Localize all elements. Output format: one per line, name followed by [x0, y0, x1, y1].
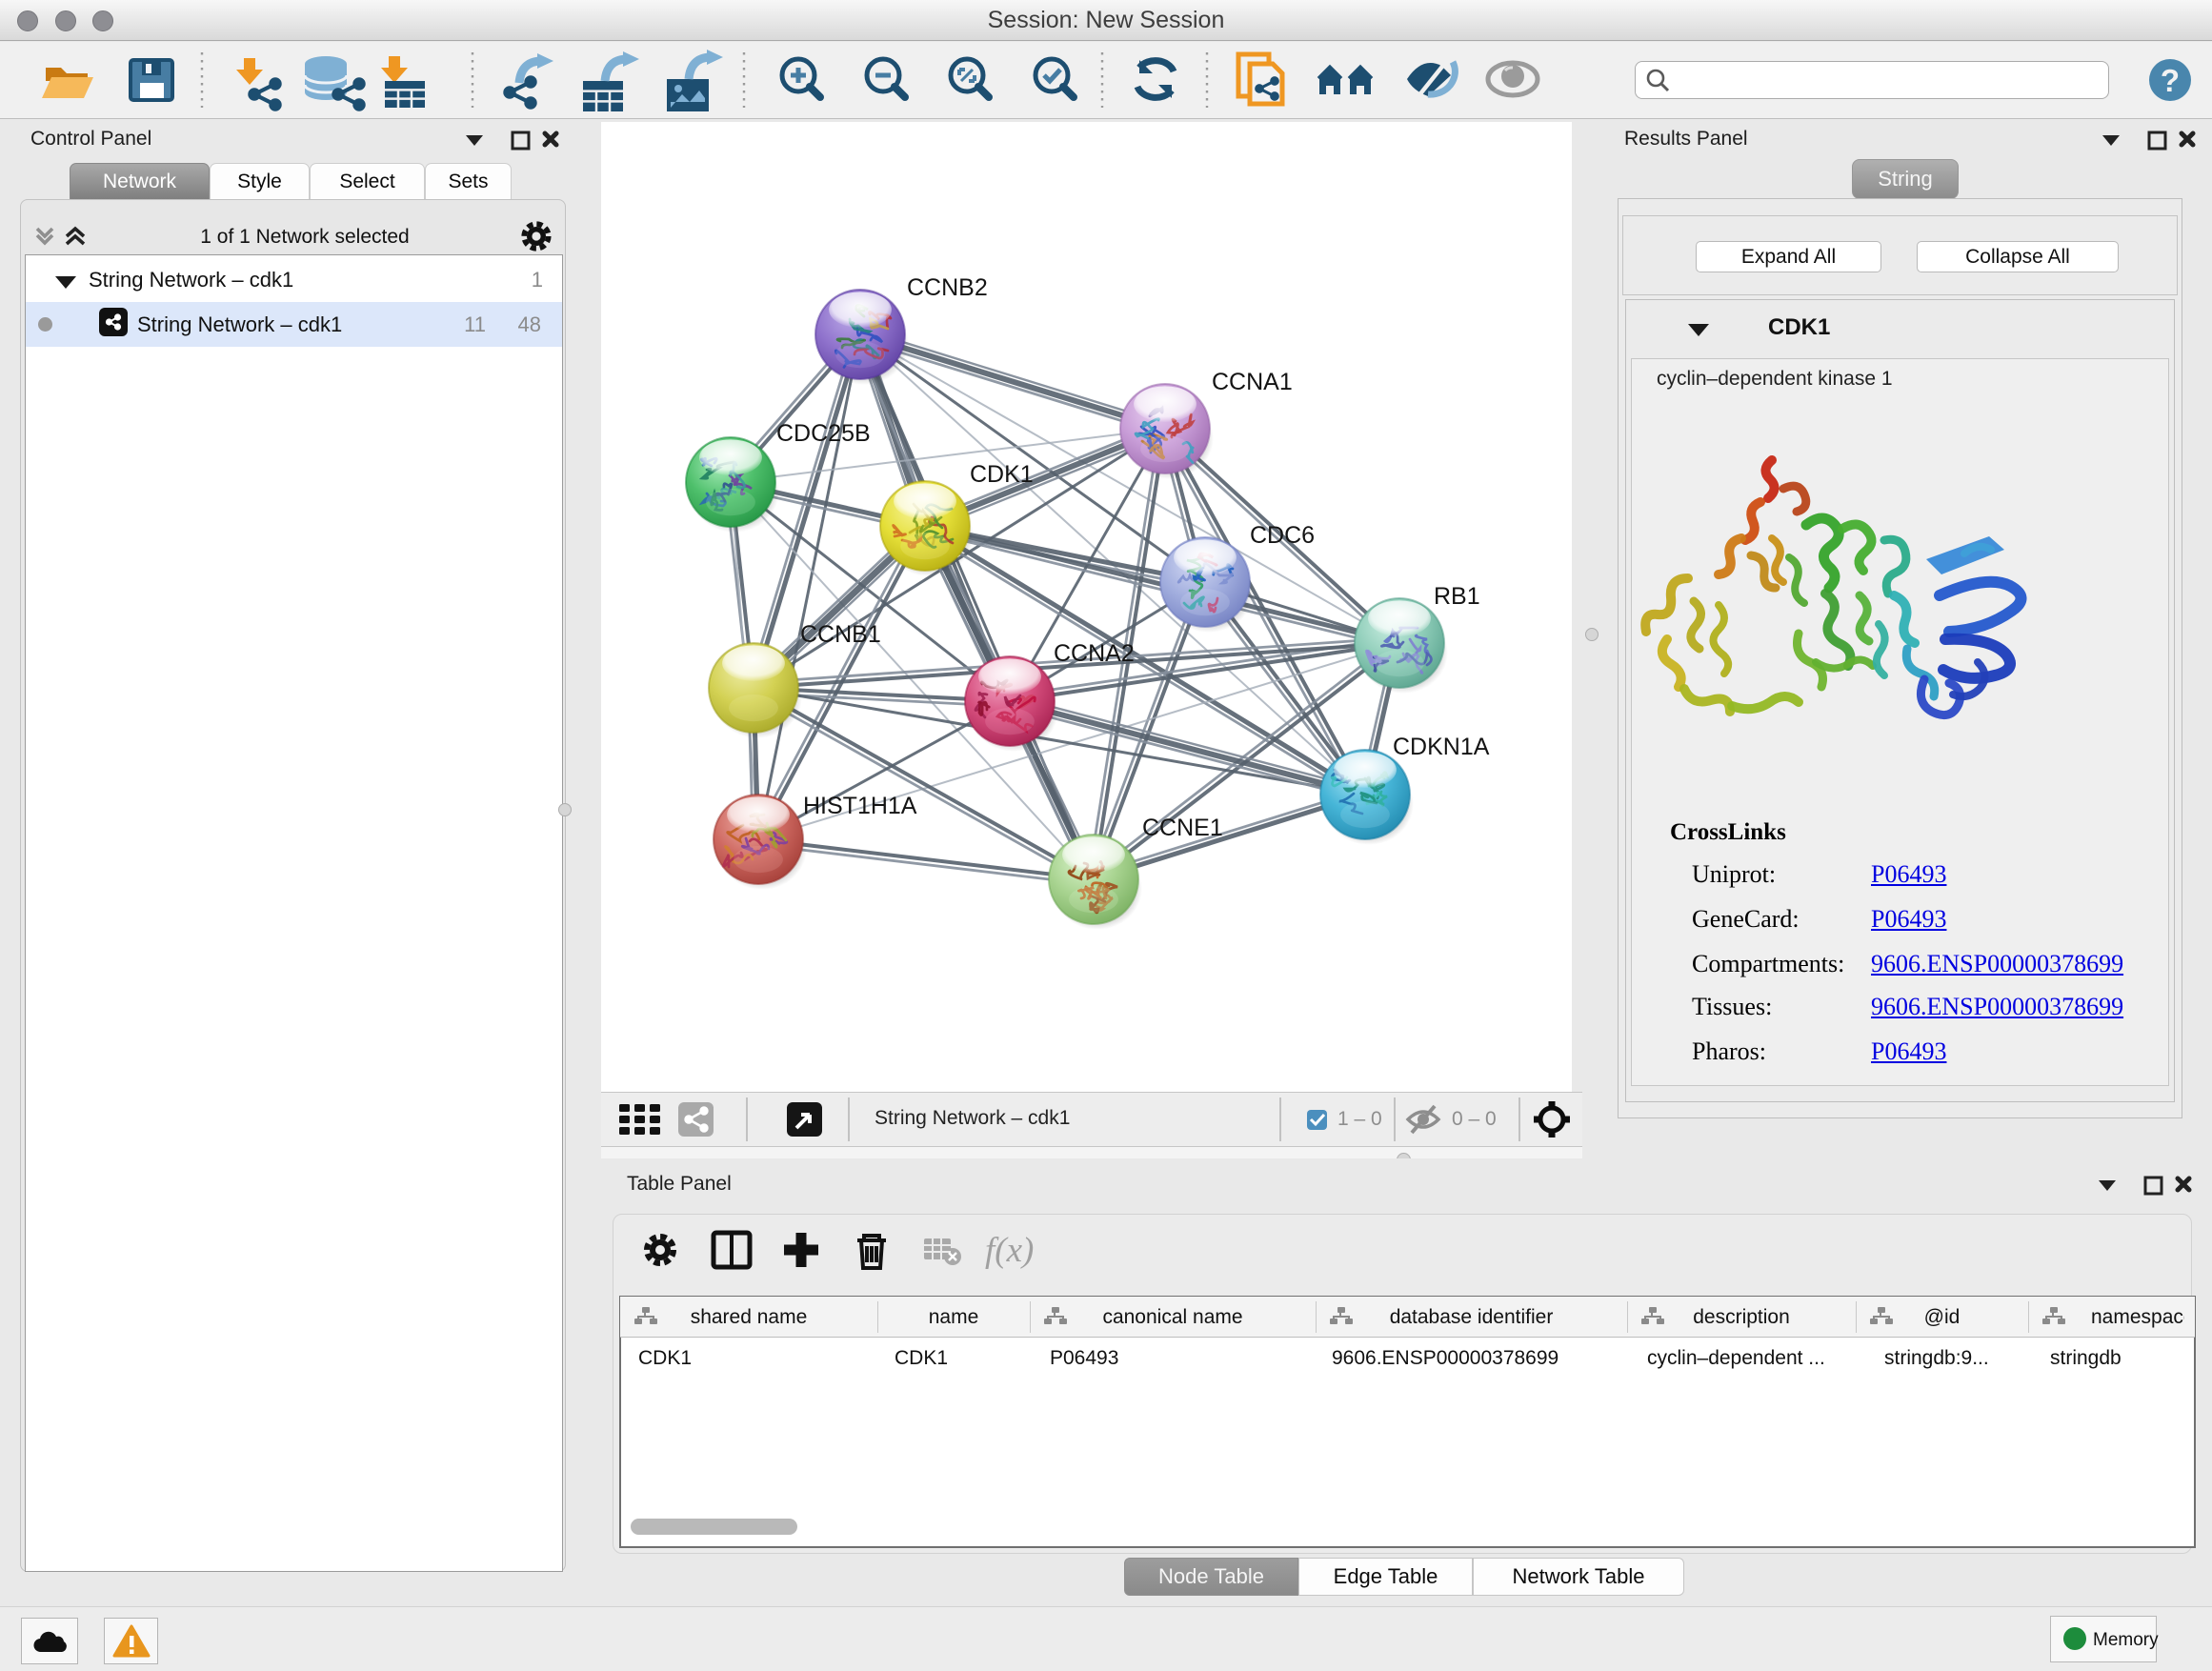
- svg-text:CDK1: CDK1: [970, 461, 1034, 488]
- svg-text:CCNA2: CCNA2: [1054, 640, 1135, 667]
- svg-text:RB1: RB1: [1434, 583, 1480, 610]
- svg-text:CCNB2: CCNB2: [907, 274, 988, 301]
- svg-text:CDC6: CDC6: [1250, 522, 1315, 549]
- svg-text:CDKN1A: CDKN1A: [1393, 734, 1490, 760]
- svg-text:CDC25B: CDC25B: [776, 420, 871, 447]
- svg-text:HIST1H1A: HIST1H1A: [803, 793, 917, 819]
- svg-text:CCNB1: CCNB1: [800, 621, 881, 648]
- svg-text:f(x): f(x): [985, 1231, 1034, 1270]
- svg-text:CCNE1: CCNE1: [1142, 815, 1223, 841]
- svg-text:CCNA1: CCNA1: [1212, 369, 1293, 395]
